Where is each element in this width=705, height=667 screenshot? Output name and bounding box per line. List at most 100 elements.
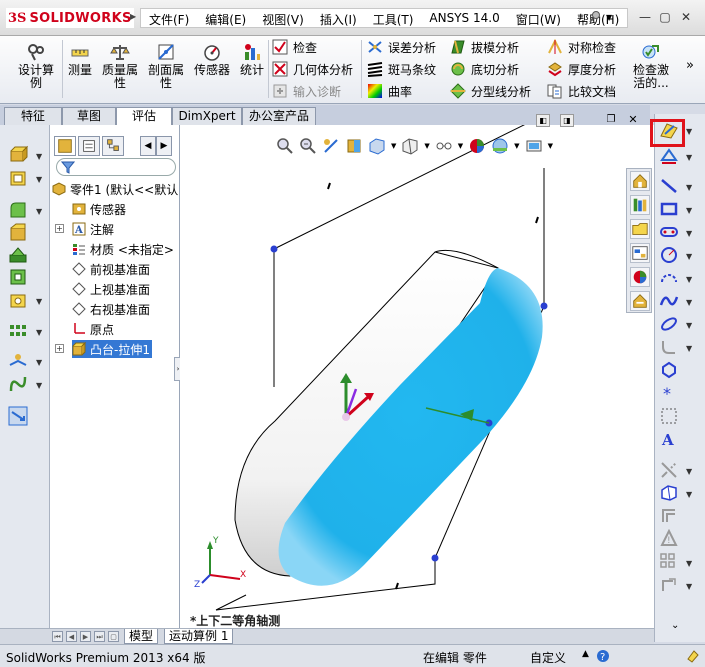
revolve-boss-icon[interactable]: [8, 168, 28, 188]
import-diagnostics-button[interactable]: 输入诊断: [272, 81, 341, 101]
tab-model[interactable]: 模型: [124, 629, 159, 644]
parting-line-analysis-button[interactable]: 分型线分析: [450, 81, 531, 101]
logo-arrow-icon[interactable]: ▶: [130, 12, 136, 21]
view-palette-icon[interactable]: [630, 243, 650, 263]
tree-item-annotations[interactable]: A 注解: [72, 220, 114, 238]
tab-dimxpert[interactable]: DimXpert: [172, 107, 242, 125]
apply-scene-dropdown-icon[interactable]: ▼: [514, 142, 519, 150]
apply-scene-icon[interactable]: [491, 137, 509, 155]
fillet-sketch-icon[interactable]: [659, 337, 679, 357]
ribbon-more-icon[interactable]: »: [686, 58, 694, 73]
move-entities-dropdown-icon[interactable]: ▼: [686, 582, 692, 591]
undercut-analysis-button[interactable]: 底切分析: [450, 59, 519, 79]
mass-properties-button[interactable]: 质量属 性: [99, 42, 141, 90]
thickness-analysis-button[interactable]: 厚度分析: [547, 59, 616, 79]
display-style-icon[interactable]: [401, 137, 419, 155]
trim-entities-dropdown-icon[interactable]: ▼: [686, 467, 692, 476]
tree-root-part[interactable]: 零件1 (默认<<默认: [52, 180, 180, 198]
tree-item-boss-extrude1[interactable]: 凸台-拉伸1: [72, 340, 152, 358]
tab-first-icon[interactable]: ⏮: [52, 631, 63, 642]
help-icon[interactable]: ?: [596, 649, 610, 663]
view-settings-dropdown-icon[interactable]: ▼: [548, 142, 553, 150]
tab-scroll-right-icon[interactable]: ▶: [156, 136, 172, 156]
convert-entities-dropdown-icon[interactable]: ▼: [686, 490, 692, 499]
rectangle-icon[interactable]: [659, 199, 679, 219]
linear-pattern-dropdown-icon[interactable]: ▼: [36, 328, 42, 337]
centerline-icon[interactable]: [659, 406, 679, 426]
expand-annotations-icon[interactable]: +: [55, 224, 64, 233]
offset-entities-icon[interactable]: [659, 506, 679, 526]
rebuild-icon[interactable]: [686, 649, 700, 663]
chamfer-icon[interactable]: [8, 223, 28, 243]
menu-insert[interactable]: 插入(I): [312, 9, 365, 27]
rectangle-dropdown-icon[interactable]: ▼: [686, 206, 692, 215]
slot-dropdown-icon[interactable]: ▼: [686, 229, 692, 238]
sketch-dropdown-icon[interactable]: ▼: [686, 127, 692, 136]
geometry-analysis-button[interactable]: 几何体分析: [272, 59, 353, 79]
extrude-boss-icon[interactable]: [8, 145, 28, 165]
appearances-icon[interactable]: [630, 267, 650, 287]
circle-icon[interactable]: [659, 245, 679, 265]
menu-view[interactable]: 视图(V): [254, 9, 312, 27]
statistics-button[interactable]: 统计: [237, 42, 267, 77]
tree-item-sensors[interactable]: 传感器: [72, 200, 126, 218]
tree-item-front-plane[interactable]: 前视基准面: [72, 260, 150, 278]
configuration-manager-tab-icon[interactable]: [102, 136, 124, 156]
pin-dropdown-icon[interactable]: ▼: [606, 13, 612, 22]
trim-entities-icon[interactable]: [659, 460, 679, 480]
check-button[interactable]: 检查: [272, 37, 317, 57]
menu-edit[interactable]: 编辑(E): [197, 9, 254, 27]
tab-motion-study[interactable]: 运动算例 1: [164, 629, 234, 644]
tab-features[interactable]: 特征: [4, 107, 62, 125]
tab-next-icon[interactable]: ▶: [80, 631, 91, 642]
tree-item-material[interactable]: 材质 <未指定>: [72, 240, 174, 258]
viewport-tile-left-button[interactable]: ◧: [536, 114, 550, 127]
restore-button[interactable]: ▢: [657, 9, 673, 25]
zoom-to-fit-icon[interactable]: [276, 137, 294, 155]
tab-sketch[interactable]: 草图: [62, 107, 116, 125]
measure-button[interactable]: 测量: [64, 42, 96, 77]
tab-evaluate[interactable]: 评估: [116, 107, 172, 126]
solidworks-resources-icon[interactable]: [630, 171, 650, 191]
tree-item-top-plane[interactable]: 上视基准面: [72, 280, 150, 298]
tree-filter[interactable]: [56, 158, 176, 176]
previous-view-icon[interactable]: [322, 137, 340, 155]
fillet-sketch-dropdown-icon[interactable]: ▼: [686, 344, 692, 353]
fillet-icon[interactable]: [8, 200, 28, 220]
line-dropdown-icon[interactable]: ▼: [686, 183, 692, 192]
convert-entities-icon[interactable]: [659, 483, 679, 503]
menu-file[interactable]: 文件(F): [141, 9, 197, 27]
curves-icon[interactable]: [8, 374, 28, 394]
shell-icon[interactable]: [8, 267, 28, 287]
curvature-button[interactable]: 曲率: [367, 81, 412, 101]
hide-show-dropdown-icon[interactable]: ▼: [458, 142, 463, 150]
linear-sketch-pattern-icon[interactable]: [659, 552, 679, 572]
design-library-icon[interactable]: [630, 195, 650, 215]
reference-geometry-dropdown-icon[interactable]: ▼: [36, 358, 42, 367]
smart-dimension-icon[interactable]: [659, 146, 679, 166]
tab-office-products[interactable]: 办公室产品: [242, 107, 316, 125]
instant3d-icon[interactable]: [8, 406, 28, 426]
revolve-boss-dropdown-icon[interactable]: ▼: [36, 175, 42, 184]
spline-dropdown-icon[interactable]: ▼: [686, 298, 692, 307]
linear-sketch-pattern-dropdown-icon[interactable]: ▼: [686, 559, 692, 568]
point-icon[interactable]: *: [659, 383, 679, 403]
close-button[interactable]: ✕: [678, 9, 694, 25]
solidworks-logo[interactable]: 3S SOLIDWORKS: [6, 8, 134, 28]
text-icon[interactable]: A: [659, 429, 679, 449]
file-explorer-icon[interactable]: [630, 219, 650, 239]
deviation-analysis-button[interactable]: 误差分析: [367, 37, 436, 57]
ellipse-dropdown-icon[interactable]: ▼: [686, 321, 692, 330]
extrude-boss-dropdown-icon[interactable]: ▼: [36, 152, 42, 161]
toolbar-expand-icon[interactable]: ⌄: [671, 620, 679, 631]
symmetry-check-button[interactable]: 对称检查: [547, 37, 616, 57]
zebra-stripes-button[interactable]: 斑马条纹: [367, 59, 436, 79]
arc-icon[interactable]: [659, 268, 679, 288]
tab-scroll-left-icon[interactable]: ◀: [140, 136, 156, 156]
view-orientation-icon[interactable]: [368, 137, 386, 155]
line-icon[interactable]: [659, 176, 679, 196]
fillet-dropdown-icon[interactable]: ▼: [36, 207, 42, 216]
hole-wizard-dropdown-icon[interactable]: ▼: [36, 297, 42, 306]
polygon-icon[interactable]: [659, 360, 679, 380]
mirror-entities-icon[interactable]: !: [659, 529, 679, 549]
